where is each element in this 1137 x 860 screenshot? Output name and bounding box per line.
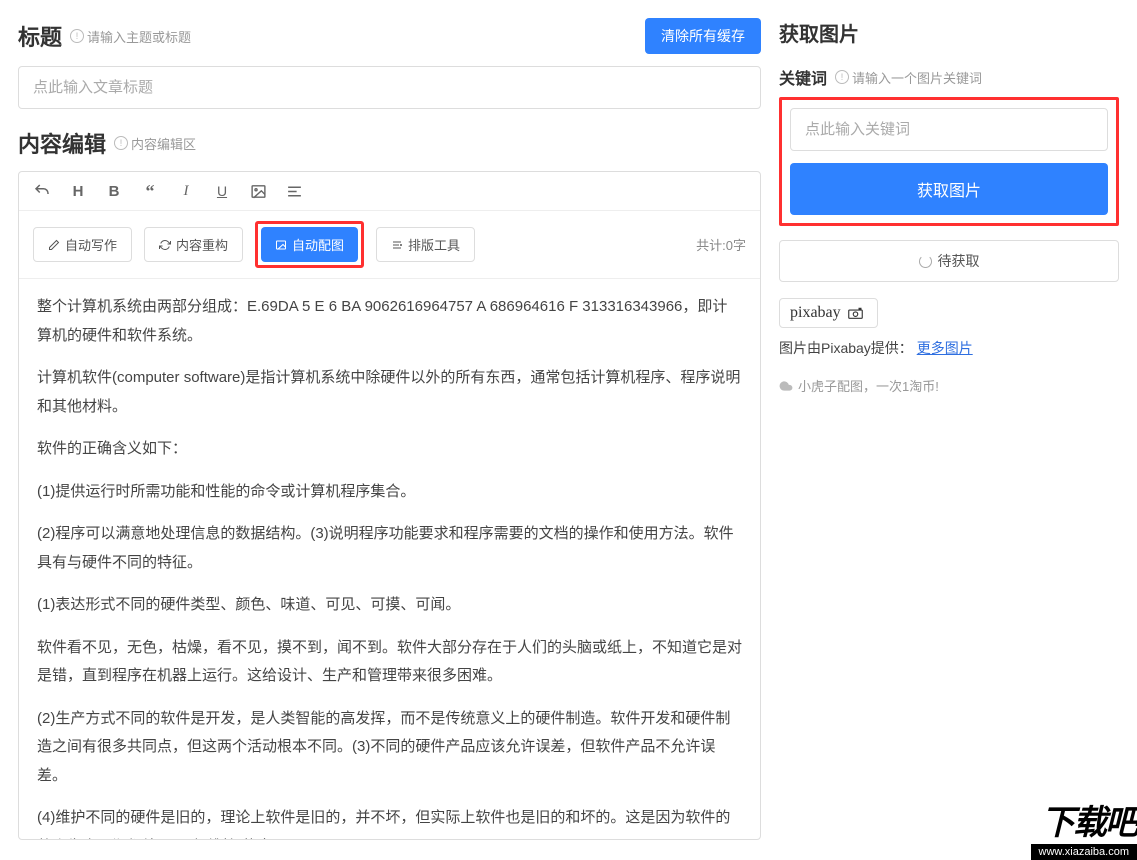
content-paragraph: (2)程序可以满意地处理信息的数据结构。(3)说明程序功能要求和程序需要的文档的… [37,520,742,577]
left-panel: 标题 ! 请输入主题或标题 清除所有缓存 内容编辑 ! 内容编辑区 H [18,18,761,840]
watermark: 下载吧 www.xiazaiba.com [1031,795,1137,860]
get-image-button[interactable]: 获取图片 [790,163,1108,215]
content-paragraph: (1)提供运行时所需功能和性能的命令或计算机程序集合。 [37,478,742,507]
content-area[interactable]: 整个计算机系统由两部分组成：E.69DA 5 E 6 BA 9062616964… [19,279,760,839]
content-paragraph: 软件看不见，无色，枯燥，看不见，摸不到，闻不到。软件大部分存在于人们的头脑或纸上… [37,634,742,691]
auto-image-button[interactable]: 自动配图 [261,227,358,262]
heading-icon[interactable]: H [69,182,87,200]
keyword-hint: ! 请输入一个图片关键词 [835,68,982,87]
content-paragraph: 软件的正确含义如下： [37,435,742,464]
image-icon[interactable] [249,182,267,200]
content-paragraph: 整个计算机系统由两部分组成：E.69DA 5 E 6 BA 9062616964… [37,293,742,350]
title-header: 标题 ! 请输入主题或标题 清除所有缓存 [18,18,761,54]
format-toolbar: H B “ I U [19,172,760,211]
bold-icon[interactable]: B [105,182,123,200]
more-images-link[interactable]: 更多图片 [917,340,973,356]
clear-cache-button[interactable]: 清除所有缓存 [645,18,761,54]
image-icon [275,239,287,251]
content-paragraph: (2)生产方式不同的软件是开发，是人类智能的高发挥，而不是传统意义上的硬件制造。… [37,705,742,791]
content-paragraph: (4)维护不同的硬件是旧的，理论上软件是旧的，并不坏，但实际上软件也是旧的和坏的… [37,804,742,839]
cloud-icon [779,379,793,393]
tip-line: 小虎子配图，一次1淘币! [779,376,1119,395]
camera-icon [847,307,867,319]
pixabay-badge: pixabay [779,298,878,328]
right-panel: 获取图片 关键词 ! 请输入一个图片关键词 获取图片 待获取 pixabay 图… [779,18,1119,840]
content-hint: ! 内容编辑区 [114,134,196,153]
provider-line: 图片由Pixabay提供： 更多图片 [779,338,1119,358]
keyword-header: 关键词 ! 请输入一个图片关键词 [779,65,1119,89]
info-icon: ! [835,70,849,84]
get-image-title: 获取图片 [779,18,1119,47]
content-paragraph: 计算机软件(computer software)是指计算机系统中除硬件以外的所有… [37,364,742,421]
status-button[interactable]: 待获取 [779,240,1119,282]
editor-box: H B “ I U 自动写作 内容重构 [18,171,761,840]
keyword-label: 关键词 [779,65,827,89]
highlight-box-auto-image: 自动配图 [255,221,364,268]
refresh-icon [159,239,171,251]
align-icon[interactable] [285,182,303,200]
word-count: 共计:0字 [696,235,746,254]
restructure-button[interactable]: 内容重构 [144,227,243,262]
highlight-box-keyword: 获取图片 [779,97,1119,226]
info-icon: ! [114,136,128,150]
layout-icon [391,239,403,251]
content-header: 内容编辑 ! 内容编辑区 [18,127,761,159]
action-toolbar: 自动写作 内容重构 自动配图 排版工具 [19,211,760,279]
italic-icon[interactable]: I [177,182,195,200]
undo-icon[interactable] [33,182,51,200]
content-label: 内容编辑 [18,127,106,159]
info-icon: ! [70,29,84,43]
spinner-icon [919,255,932,268]
title-label: 标题 [18,20,62,52]
title-hint: ! 请输入主题或标题 [70,27,191,46]
keyword-input[interactable] [790,108,1108,151]
pencil-icon [48,239,60,251]
quote-icon[interactable]: “ [141,182,159,200]
title-input[interactable] [18,66,761,109]
underline-icon[interactable]: U [213,182,231,200]
auto-write-button[interactable]: 自动写作 [33,227,132,262]
layout-tool-button[interactable]: 排版工具 [376,227,475,262]
content-paragraph: (1)表达形式不同的硬件类型、颜色、味道、可见、可摸、可闻。 [37,591,742,620]
